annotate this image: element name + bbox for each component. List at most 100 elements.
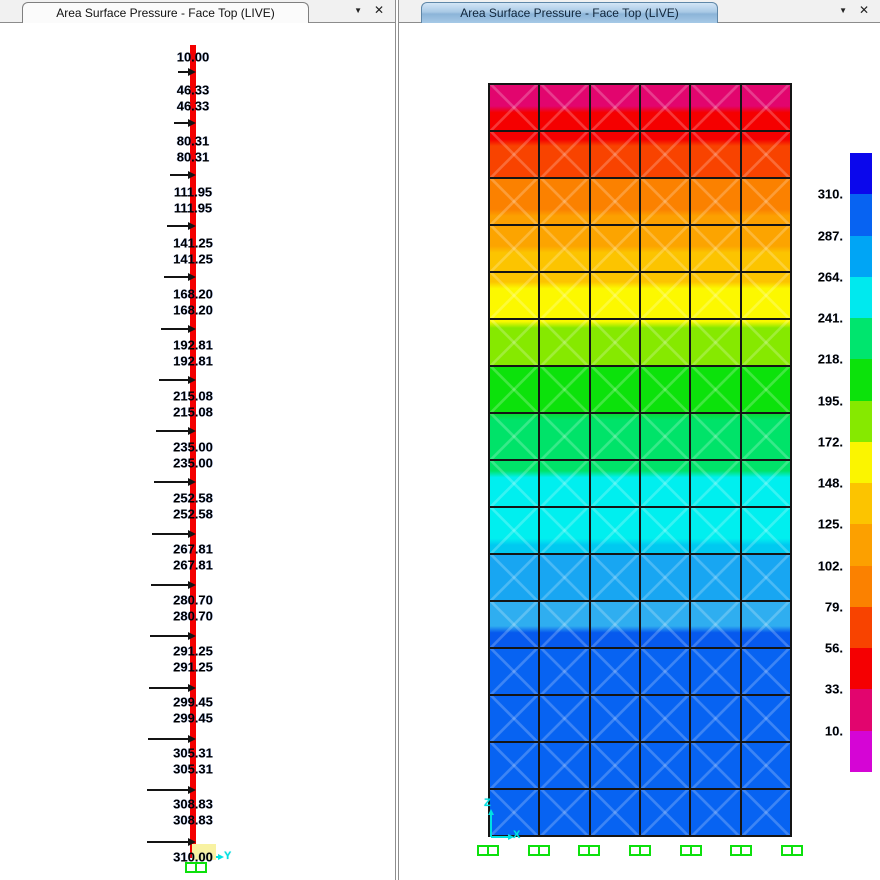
mesh-cell[interactable] <box>690 178 740 225</box>
mesh-cell[interactable] <box>539 272 589 319</box>
mesh-cell[interactable] <box>489 507 539 554</box>
mesh-cell[interactable] <box>640 460 690 507</box>
mesh-cell[interactable] <box>741 84 791 131</box>
mesh-cell[interactable] <box>590 695 640 742</box>
mesh-cell[interactable] <box>690 225 740 272</box>
mesh-cell[interactable] <box>489 413 539 460</box>
mesh-cell[interactable] <box>741 789 791 836</box>
mesh-cell[interactable] <box>690 601 740 648</box>
mesh-cell[interactable] <box>690 131 740 178</box>
mesh-cell[interactable] <box>539 178 589 225</box>
mesh-cell[interactable] <box>590 601 640 648</box>
mesh-cell[interactable] <box>489 272 539 319</box>
mesh-cell[interactable] <box>590 319 640 366</box>
mesh-cell[interactable] <box>539 131 589 178</box>
mesh-cell[interactable] <box>539 366 589 413</box>
mesh-cell[interactable] <box>489 601 539 648</box>
mesh-cell[interactable] <box>640 178 690 225</box>
mesh-cell[interactable] <box>539 84 589 131</box>
mesh-cell[interactable] <box>539 225 589 272</box>
mesh-cell[interactable] <box>690 366 740 413</box>
mesh-cell[interactable] <box>690 84 740 131</box>
right-view-tab[interactable]: Area Surface Pressure - Face Top (LIVE) <box>421 2 718 23</box>
mesh-cell[interactable] <box>590 272 640 319</box>
mesh-cell[interactable] <box>741 554 791 601</box>
base-support-icon[interactable] <box>629 845 651 856</box>
mesh-cell[interactable] <box>741 460 791 507</box>
mesh-cell[interactable] <box>690 272 740 319</box>
mesh-cell[interactable] <box>590 554 640 601</box>
mesh-cell[interactable] <box>539 554 589 601</box>
mesh-cell[interactable] <box>690 789 740 836</box>
mesh-cell[interactable] <box>640 554 690 601</box>
mesh-cell[interactable] <box>640 601 690 648</box>
mesh-cell[interactable] <box>539 507 589 554</box>
base-support-icon[interactable] <box>528 845 550 856</box>
mesh-cell[interactable] <box>741 178 791 225</box>
mesh-cell[interactable] <box>741 366 791 413</box>
mesh-cell[interactable] <box>539 695 589 742</box>
mesh-cell[interactable] <box>489 178 539 225</box>
mesh-cell[interactable] <box>690 742 740 789</box>
mesh-cell[interactable] <box>741 742 791 789</box>
base-support-icon[interactable] <box>477 845 499 856</box>
mesh-cell[interactable] <box>590 507 640 554</box>
window-close-icon[interactable]: ✕ <box>374 4 384 16</box>
mesh-cell[interactable] <box>640 131 690 178</box>
mesh-cell[interactable] <box>590 131 640 178</box>
mesh-cell[interactable] <box>690 695 740 742</box>
mesh-cell[interactable] <box>489 131 539 178</box>
mesh-cell[interactable] <box>590 460 640 507</box>
left-view-tab[interactable]: Area Surface Pressure - Face Top (LIVE) <box>22 2 309 23</box>
mesh-cell[interactable] <box>741 319 791 366</box>
window-close-icon[interactable]: ✕ <box>859 4 869 16</box>
mesh-cell[interactable] <box>539 460 589 507</box>
mesh-cell[interactable] <box>640 225 690 272</box>
mesh-cell[interactable] <box>590 648 640 695</box>
mesh-cell[interactable] <box>640 507 690 554</box>
mesh-cell[interactable] <box>640 695 690 742</box>
mesh-cell[interactable] <box>539 601 589 648</box>
mesh-cell[interactable] <box>741 131 791 178</box>
mesh-cell[interactable] <box>489 554 539 601</box>
mesh-cell[interactable] <box>489 648 539 695</box>
mesh-cell[interactable] <box>640 84 690 131</box>
mesh-cell[interactable] <box>489 460 539 507</box>
mesh-cell[interactable] <box>590 789 640 836</box>
mesh-cell[interactable] <box>590 413 640 460</box>
base-support-icon[interactable] <box>680 845 702 856</box>
mesh-cell[interactable] <box>539 742 589 789</box>
mesh-cell[interactable] <box>690 648 740 695</box>
mesh-cell[interactable] <box>590 366 640 413</box>
mesh-cell[interactable] <box>741 695 791 742</box>
mesh-cell[interactable] <box>590 742 640 789</box>
mesh-cell[interactable] <box>690 460 740 507</box>
base-support-icon[interactable] <box>730 845 752 856</box>
mesh-cell[interactable] <box>741 272 791 319</box>
base-support-icon[interactable] <box>781 845 803 856</box>
mesh-cell[interactable] <box>489 366 539 413</box>
mesh-cell[interactable] <box>640 789 690 836</box>
mesh-cell[interactable] <box>741 225 791 272</box>
mesh-cell[interactable] <box>690 319 740 366</box>
mesh-cell[interactable] <box>690 507 740 554</box>
mesh-cell[interactable] <box>640 742 690 789</box>
mesh-cell[interactable] <box>590 225 640 272</box>
mesh-cell[interactable] <box>640 366 690 413</box>
mesh-cell[interactable] <box>690 554 740 601</box>
mesh-cell[interactable] <box>690 413 740 460</box>
mesh-cell[interactable] <box>741 601 791 648</box>
mesh-cell[interactable] <box>489 695 539 742</box>
mesh-cell[interactable] <box>539 648 589 695</box>
mesh-cell[interactable] <box>590 178 640 225</box>
window-dropdown-icon[interactable]: ▼ <box>839 7 847 15</box>
mesh-cell[interactable] <box>539 789 589 836</box>
mesh-cell[interactable] <box>640 319 690 366</box>
mesh-cell[interactable] <box>489 742 539 789</box>
base-support-icon[interactable] <box>578 845 600 856</box>
mesh-cell[interactable] <box>741 648 791 695</box>
mesh-cell[interactable] <box>590 84 640 131</box>
mesh-cell[interactable] <box>741 507 791 554</box>
mesh-cell[interactable] <box>489 225 539 272</box>
mesh-cell[interactable] <box>640 413 690 460</box>
